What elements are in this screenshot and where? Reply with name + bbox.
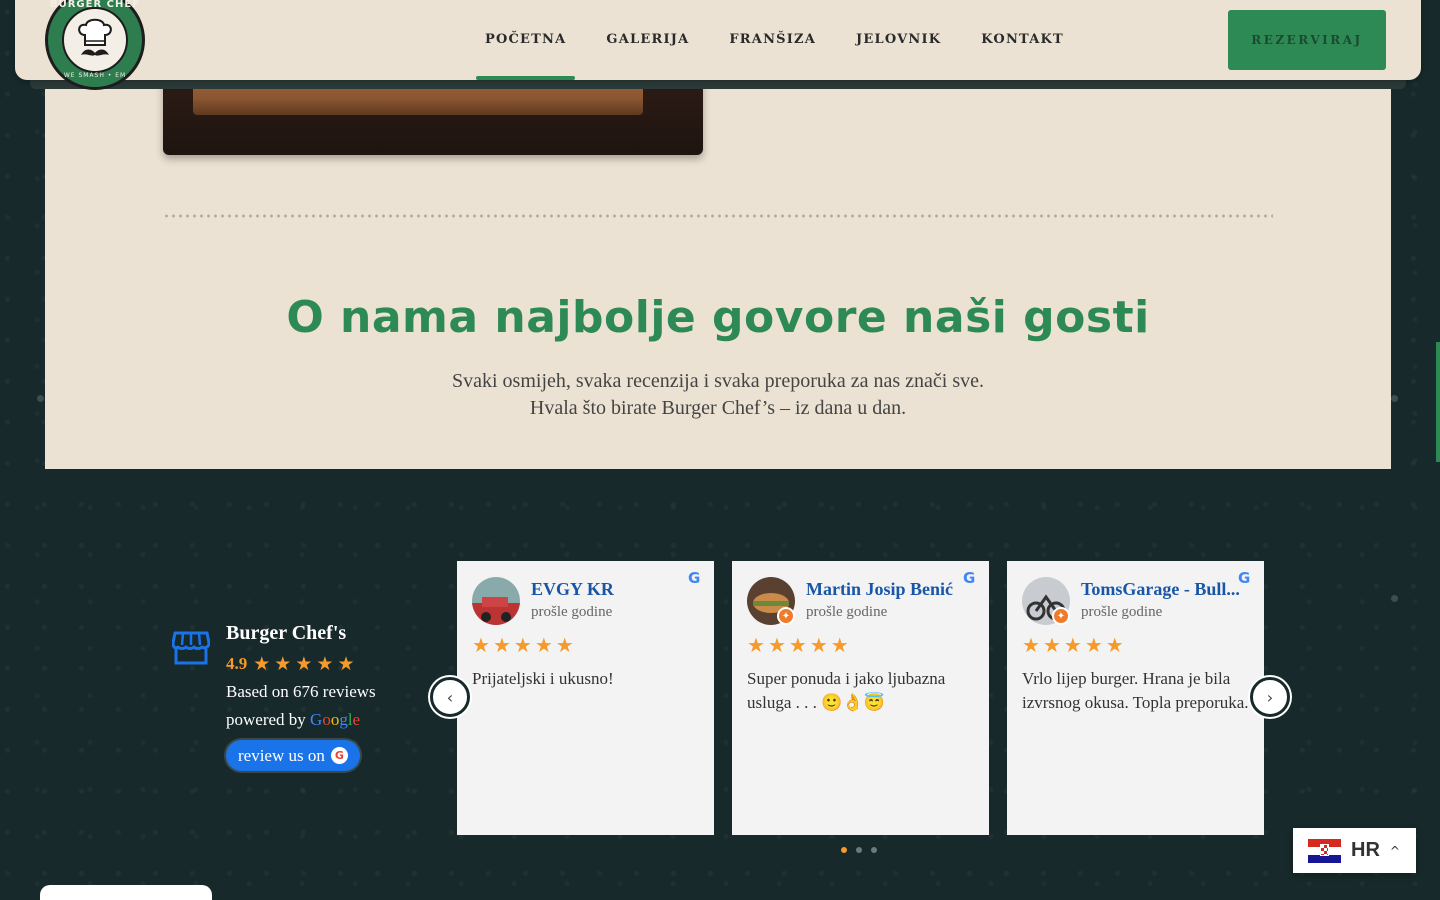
- star-icon: ★: [1063, 633, 1082, 657]
- language-code: HR: [1351, 839, 1380, 861]
- subtitle-line-1: Svaki osmijeh, svaka recenzija i svaka p…: [451, 370, 984, 392]
- nav-galerija[interactable]: GALERIJA: [586, 0, 709, 80]
- carousel-next-button[interactable]: ›: [1250, 677, 1290, 717]
- decor-dot: [37, 395, 44, 402]
- star-icon: ★: [472, 633, 490, 657]
- pagination-dot[interactable]: [856, 847, 862, 853]
- avatar: [472, 577, 520, 625]
- review-text: Super ponuda i jako ljubazna usluga . . …: [747, 669, 946, 712]
- rating-row: 4.9 ★ ★ ★ ★ ★: [226, 654, 354, 674]
- star-icon: ★: [1042, 633, 1061, 657]
- star-icon: ★: [830, 633, 849, 657]
- review-date: prošle godine: [531, 604, 613, 620]
- review-text: Vrlo lijep burger. Hrana je bila izvrsno…: [1022, 669, 1249, 712]
- google-icon: G: [688, 569, 701, 587]
- language-selector[interactable]: HR ^: [1293, 828, 1416, 873]
- review-us-label: review us on: [238, 745, 325, 765]
- google-icon: G: [1238, 569, 1251, 587]
- logo-text-bottom: WE SMASH • EM: [63, 72, 127, 79]
- nav-jelovnik[interactable]: JELOVNIK: [836, 0, 961, 80]
- pagination-dot[interactable]: [871, 847, 877, 853]
- star-icon: ★: [555, 633, 574, 657]
- review-text: Prijateljski i ukusno!: [472, 669, 614, 688]
- star-icon: ★: [534, 633, 553, 657]
- bottom-widget-tab[interactable]: [40, 885, 212, 900]
- section-title: O nama najbolje govore naši gosti: [286, 292, 1150, 343]
- star-icon: ★: [1105, 633, 1124, 657]
- chevron-left-icon: ‹: [446, 687, 454, 707]
- review-date: prošle godine: [806, 604, 888, 620]
- review-card[interactable]: ✦ Martin Josip Benić prošle godine G ★ ★ ★…: [732, 561, 989, 835]
- star-icon: ★: [767, 633, 786, 657]
- review-stars: ★ ★ ★ ★ ★: [1022, 635, 1124, 655]
- star-icon: ★: [1084, 633, 1103, 657]
- nav-kontakt[interactable]: KONTAKT: [961, 0, 1084, 80]
- rating-value: 4.9: [226, 654, 248, 673]
- store-icon: [172, 631, 210, 665]
- review-count: Based on 676 reviews: [226, 682, 376, 701]
- star-icon: ★: [316, 652, 334, 675]
- scrollbar-thumb[interactable]: [1436, 342, 1440, 462]
- reviewer-name[interactable]: TomsGarage - Bull...: [1081, 579, 1251, 600]
- reviewer-name[interactable]: EVGY KR: [531, 579, 701, 600]
- powered-by: powered by Google: [226, 710, 360, 730]
- star-icon: ★: [513, 633, 532, 657]
- star-icon: ★: [337, 652, 355, 675]
- business-name[interactable]: Burger Chef's: [226, 622, 346, 645]
- subtitle-line-2: Hvala što birate Burger Chef’s – iz dana…: [529, 397, 907, 419]
- star-icon: ★: [274, 652, 292, 675]
- review-us-button[interactable]: review us on G: [226, 740, 360, 771]
- rating-summary: Burger Chef's 4.9 ★ ★ ★ ★ ★ Based on 676…: [172, 622, 412, 782]
- star-icon: ★: [809, 633, 828, 657]
- carousel-prev-button[interactable]: ‹: [430, 677, 470, 717]
- chevron-right-icon: ›: [1266, 687, 1274, 707]
- main-nav: POČETNA GALERIJA FRANŠIZA JELOVNIK KONTA…: [465, 0, 1084, 80]
- chef-hat-icon: [62, 7, 128, 73]
- croatia-flag-icon: [1308, 838, 1341, 863]
- site-header: BURGER CHEF WE SMASH • EM POČETNA GALERI…: [15, 0, 1421, 90]
- local-guide-badge-icon: ✦: [777, 607, 795, 625]
- dotted-divider: [163, 214, 1273, 218]
- review-date: prošle godine: [1081, 604, 1163, 620]
- carousel-pagination: [841, 847, 877, 853]
- chevron-up-icon: ^: [1389, 843, 1400, 858]
- section-subtitle: Svaki osmijeh, svaka recenzija i svaka p…: [45, 368, 1391, 422]
- nav-fransiza[interactable]: FRANŠIZA: [709, 0, 836, 80]
- google-icon: G: [963, 569, 976, 587]
- star-icon: ★: [1022, 633, 1040, 657]
- powered-by-label: powered by: [226, 710, 306, 729]
- pagination-dot[interactable]: [841, 847, 847, 853]
- review-stars: ★ ★ ★ ★ ★: [472, 635, 574, 655]
- chef-mustache-icon: [78, 18, 112, 56]
- nav-pocetna[interactable]: POČETNA: [465, 0, 586, 80]
- star-icon: ★: [492, 633, 511, 657]
- star-icon: ★: [788, 633, 807, 657]
- decor-dot: [1391, 395, 1398, 402]
- logo-text-top: BURGER CHEF: [49, 0, 141, 10]
- star-icon: ★: [295, 652, 313, 675]
- reviewer-name[interactable]: Martin Josip Benić: [806, 579, 976, 600]
- reserve-button[interactable]: REZERVIRAJ: [1228, 10, 1386, 70]
- star-icon: ★: [253, 652, 271, 675]
- star-icon: ★: [747, 633, 765, 657]
- google-wordmark: Google: [310, 710, 361, 729]
- header-underbar: [30, 80, 1406, 89]
- google-icon: G: [330, 747, 348, 764]
- review-card[interactable]: ✦ TomsGarage - Bull... prošle godine G ★…: [1007, 561, 1264, 835]
- decor-dot: [1391, 595, 1398, 602]
- local-guide-badge-icon: ✦: [1052, 607, 1070, 625]
- review-stars: ★ ★ ★ ★ ★: [747, 635, 849, 655]
- review-card[interactable]: EVGY KR prošle godine G ★ ★ ★ ★ ★ Prijateljs…: [457, 561, 714, 835]
- logo[interactable]: BURGER CHEF WE SMASH • EM: [45, 0, 145, 90]
